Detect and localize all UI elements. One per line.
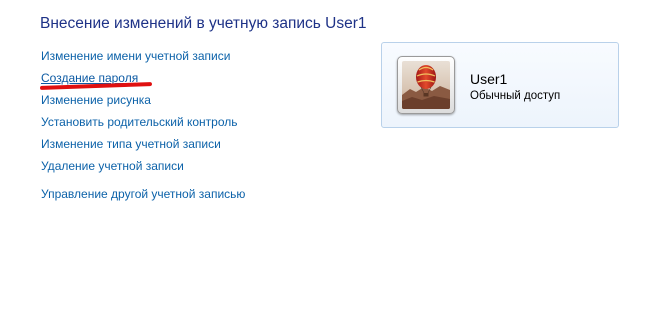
manage-another-account-link[interactable]: Управление другой учетной записью (41, 186, 245, 203)
task-links: Изменение имени учетной записи Создание … (39, 48, 245, 208)
account-card: User1 Обычный доступ (381, 42, 619, 128)
change-account-name-link[interactable]: Изменение имени учетной записи (41, 48, 230, 65)
change-picture-link[interactable]: Изменение рисунка (41, 92, 151, 109)
task-item: Удаление учетной записи (41, 158, 245, 180)
parental-controls-link[interactable]: Установить родительский контроль (41, 114, 238, 131)
change-account-type-link[interactable]: Изменение типа учетной записи (41, 136, 221, 153)
task-item: Изменение имени учетной записи (41, 48, 245, 70)
delete-account-link[interactable]: Удаление учетной записи (41, 158, 184, 175)
account-avatar (397, 56, 455, 114)
account-name: User1 (470, 71, 508, 87)
task-item: Установить родительский контроль (41, 114, 245, 136)
create-password-link[interactable]: Создание пароля (39, 70, 153, 90)
page-title: Внесение изменений в учетную запись User… (40, 15, 367, 32)
account-type: Обычный доступ (470, 90, 561, 102)
task-item: Создание пароля (39, 70, 245, 92)
hot-air-balloon-picture-icon (402, 61, 450, 109)
task-item: Управление другой учетной записью (41, 186, 245, 208)
task-item: Изменение рисунка (41, 92, 245, 114)
task-item: Изменение типа учетной записи (41, 136, 245, 158)
